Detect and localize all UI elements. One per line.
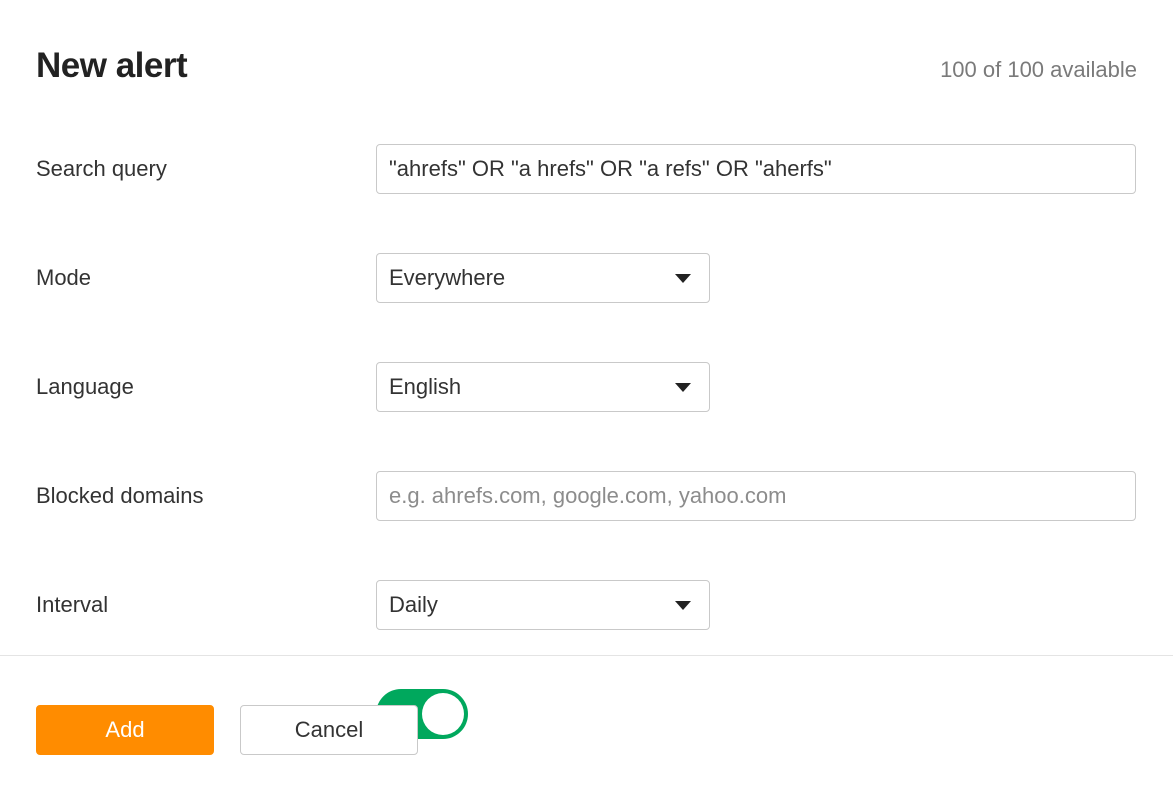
search-query-input[interactable] [376, 144, 1136, 194]
interval-label: Interval [36, 592, 376, 618]
toggle-knob [422, 693, 464, 735]
cancel-button[interactable]: Cancel [240, 705, 418, 755]
language-select-value: English [389, 374, 461, 400]
blocked-domains-label: Blocked domains [36, 483, 376, 509]
chevron-down-icon [675, 601, 691, 610]
chevron-down-icon [675, 274, 691, 283]
interval-select-value: Daily [389, 592, 438, 618]
language-select[interactable]: English [376, 362, 710, 412]
page-title: New alert [36, 46, 187, 86]
blocked-domains-input[interactable] [376, 471, 1136, 521]
search-query-label: Search query [36, 156, 376, 182]
mode-label: Mode [36, 265, 376, 291]
chevron-down-icon [675, 383, 691, 392]
interval-select[interactable]: Daily [376, 580, 710, 630]
language-label: Language [36, 374, 376, 400]
mode-select-value: Everywhere [389, 265, 505, 291]
alert-counter: 100 of 100 available [940, 57, 1137, 83]
add-button[interactable]: Add [36, 705, 214, 755]
alert-form: Search query Mode Everywhere Language En… [36, 144, 1137, 739]
mode-select[interactable]: Everywhere [376, 253, 710, 303]
divider [0, 655, 1173, 656]
